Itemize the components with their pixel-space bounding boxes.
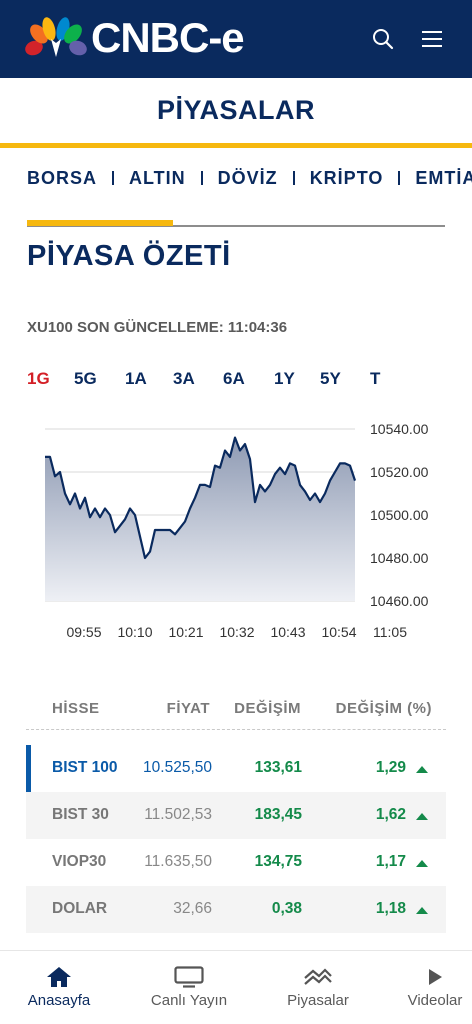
chart-area <box>45 437 355 601</box>
market-tabs: BORSA ALTIN DÖVİZ KRİPTO EMTİA <box>27 163 472 193</box>
header-hisse: HİSSE <box>52 700 100 717</box>
row-change-pct: 1,18 <box>375 900 406 917</box>
tv-icon <box>174 966 204 993</box>
period-selector: 1G 5G 1A 3A 6A 1Y 5Y T <box>27 369 407 391</box>
row-name: BIST 100 <box>52 759 118 776</box>
x-tick-label: 10:32 <box>219 624 254 640</box>
row-name: VIOP30 <box>52 853 107 870</box>
y-tick-label: 10480.00 <box>370 550 429 566</box>
tab-divider <box>398 171 401 185</box>
nav-videolar[interactable]: Videolar <box>398 951 472 1024</box>
x-tick-label: 10:43 <box>270 624 305 640</box>
row-change-pct: 1,62 <box>375 806 406 823</box>
header-degisim: DEĞİŞİM <box>234 700 301 717</box>
x-tick-label: 10:10 <box>117 624 152 640</box>
period-t[interactable]: T <box>370 369 380 389</box>
header-degisim-pct: DEĞİŞİM (%) <box>335 700 432 717</box>
logo-wordmark: CNBC-e <box>91 14 245 61</box>
home-icon <box>46 966 72 993</box>
header-fiyat: FİYAT <box>166 700 210 717</box>
period-6a[interactable]: 6A <box>223 369 245 389</box>
tab-divider <box>112 171 115 185</box>
nav-piyasalar[interactable]: Piyasalar <box>274 951 362 1024</box>
y-tick-label: 10540.00 <box>370 421 429 437</box>
x-tick-label: 10:21 <box>168 624 203 640</box>
nav-canli-yayin[interactable]: Canlı Yayın <box>140 951 238 1024</box>
nav-anasayfa[interactable]: Anasayfa <box>14 951 104 1024</box>
nav-label: Videolar <box>407 992 463 1009</box>
y-tick-label: 10520.00 <box>370 464 429 480</box>
tab-altin[interactable]: ALTIN <box>129 168 186 189</box>
period-1g[interactable]: 1G <box>27 369 50 389</box>
tab-divider <box>292 171 295 185</box>
period-1a[interactable]: 1A <box>125 369 147 389</box>
up-arrow-icon <box>416 907 428 914</box>
table-row[interactable]: DOLAR 32,66 0,38 1,18 <box>26 886 446 933</box>
row-change-pct: 1,17 <box>375 853 406 870</box>
row-price: 32,66 <box>173 900 212 917</box>
nav-label: Piyasalar <box>287 992 349 1009</box>
tab-kripto[interactable]: KRİPTO <box>310 168 384 189</box>
row-change: 0,38 <box>271 900 302 917</box>
table-row[interactable]: VIOP30 11.635,50 134,75 1,17 <box>26 839 446 886</box>
x-tick-label: 09:55 <box>66 624 101 640</box>
section-header: PİYASALAR <box>0 78 472 148</box>
up-arrow-icon <box>416 860 428 867</box>
period-5y[interactable]: 5Y <box>320 369 341 389</box>
x-tick-label: 10:54 <box>321 624 356 640</box>
peacock-icon <box>25 17 87 57</box>
tab-emtia[interactable]: EMTİA <box>415 168 472 189</box>
market-summary-table: HİSSE FİYAT DEĞİŞİM DEĞİŞİM (%) BIST 100… <box>26 690 446 933</box>
price-chart-svg: 10540.00 10520.00 10500.00 10480.00 10460.00… <box>45 421 429 640</box>
tab-doviz[interactable]: DÖVİZ <box>218 168 278 189</box>
period-3a[interactable]: 3A <box>173 369 195 389</box>
period-1y[interactable]: 1Y <box>274 369 295 389</box>
table-header: HİSSE FİYAT DEĞİŞİM DEĞİŞİM (%) <box>26 690 446 730</box>
page-title: PİYASA ÖZETİ <box>27 240 231 272</box>
markets-icon <box>303 966 333 993</box>
tab-borsa[interactable]: BORSA <box>27 168 97 189</box>
row-change: 183,45 <box>254 806 302 823</box>
cnbc-e-logo[interactable]: CNBC-e <box>25 14 245 61</box>
nav-label: Anasayfa <box>27 992 91 1009</box>
price-chart[interactable]: 10540.00 10520.00 10500.00 10480.00 10460.00… <box>0 405 472 650</box>
up-arrow-icon <box>416 766 428 773</box>
play-icon <box>424 966 446 993</box>
row-change: 133,61 <box>254 759 302 776</box>
search-icon[interactable] <box>370 26 396 52</box>
bottom-navigation: Anasayfa Canlı Yayın Piyasalar Videolar <box>0 950 472 1024</box>
row-price: 11.502,53 <box>144 806 212 823</box>
table-row[interactable]: BIST 100 10.525,50 133,61 1,29 <box>26 745 446 792</box>
menu-icon[interactable] <box>419 26 445 52</box>
top-bar: CNBC-e <box>0 0 472 78</box>
row-name: BIST 30 <box>52 806 109 823</box>
y-tick-label: 10500.00 <box>370 507 429 523</box>
y-tick-label: 10460.00 <box>370 593 429 609</box>
period-5g[interactable]: 5G <box>74 369 97 389</box>
row-change-pct: 1,29 <box>375 759 406 776</box>
table-row[interactable]: BIST 30 11.502,53 183,45 1,62 <box>26 792 446 839</box>
up-arrow-icon <box>416 813 428 820</box>
row-price: 11.635,50 <box>144 853 212 870</box>
x-tick-label: 11:05 <box>373 624 407 640</box>
last-update-label: XU100 SON GÜNCELLEME: 11:04:36 <box>27 319 288 336</box>
active-tab-indicator <box>27 220 173 226</box>
nav-label: Canlı Yayın <box>150 992 228 1009</box>
row-change: 134,75 <box>254 853 302 870</box>
row-price: 10.525,50 <box>143 759 212 776</box>
tab-divider <box>200 171 203 185</box>
row-name: DOLAR <box>52 900 108 917</box>
section-title: PİYASALAR <box>156 95 316 125</box>
